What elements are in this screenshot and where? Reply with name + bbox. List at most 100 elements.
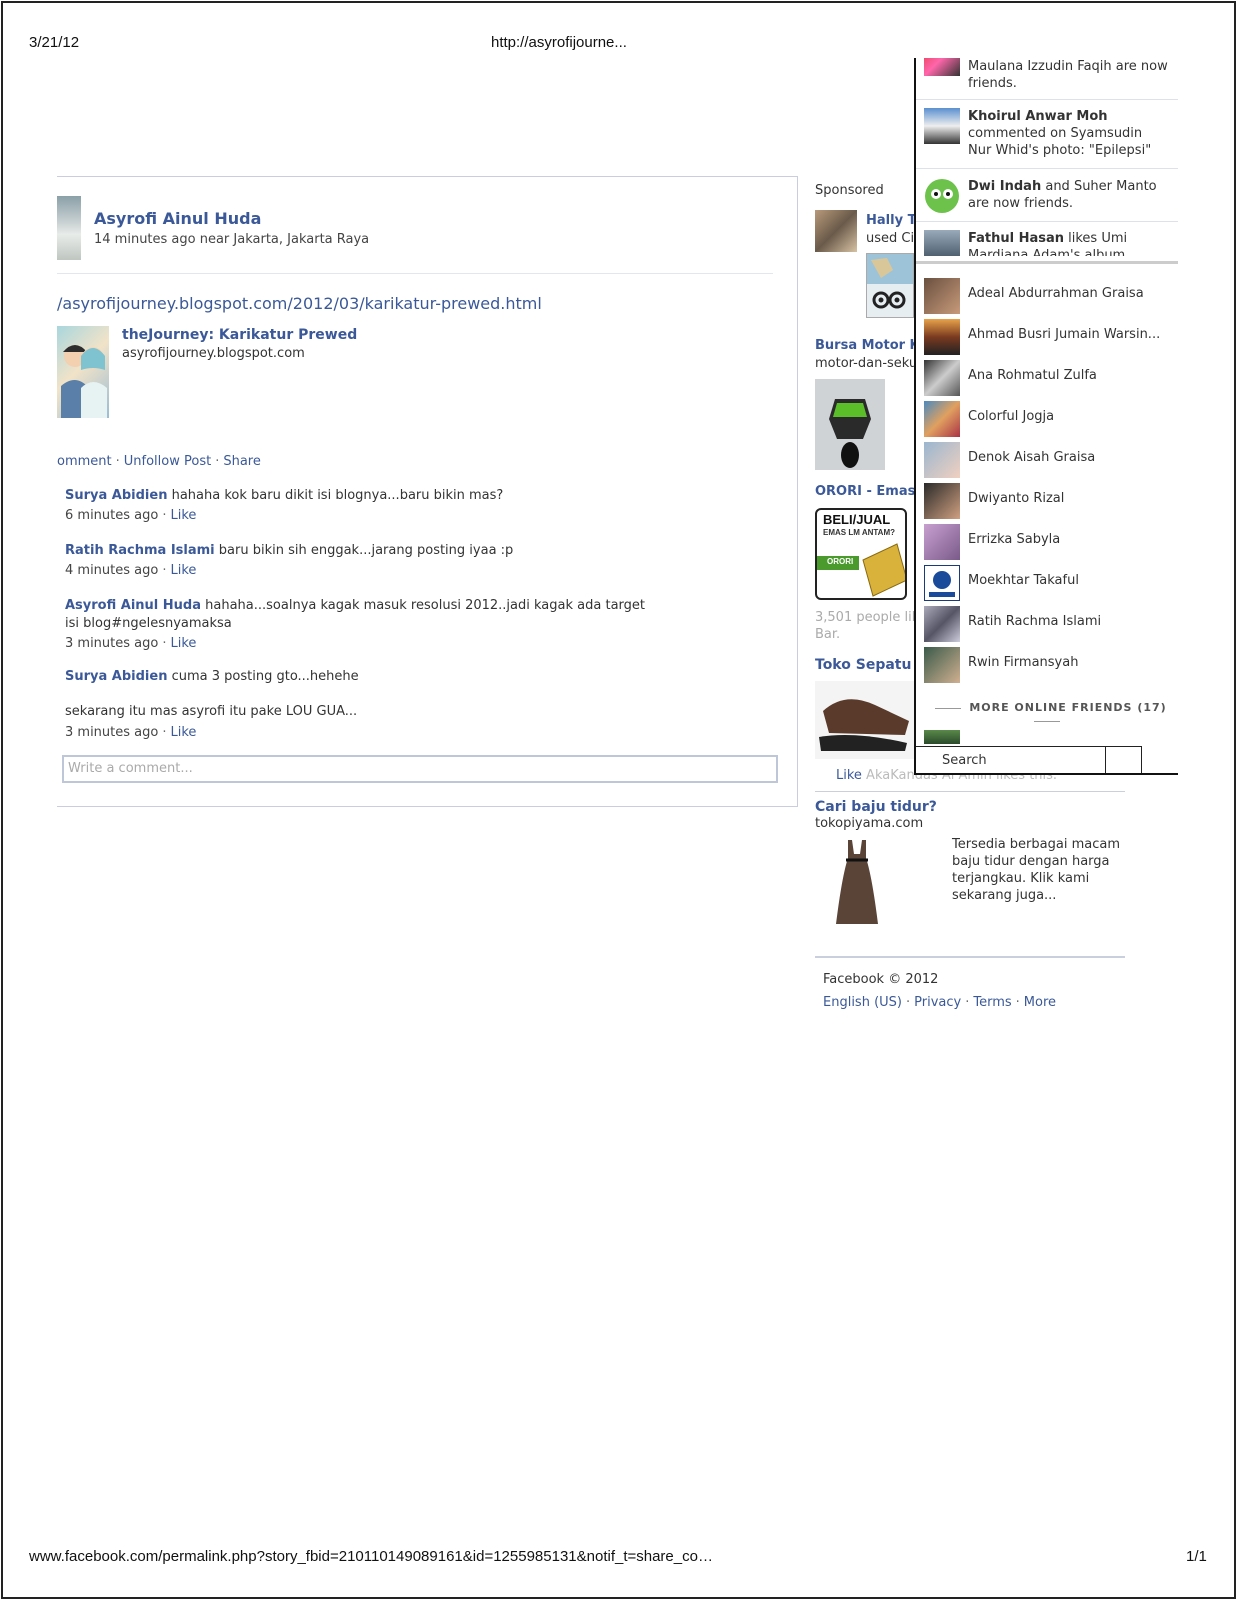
attachment-title[interactable]: theJourney: Karikatur Prewed — [122, 327, 357, 343]
more-online-friends[interactable]: MORE ONLINE FRIENDS (17) — [916, 701, 1178, 727]
comment-1: Surya Abidien hahaha kok baru dikit isi … — [65, 487, 665, 505]
ad-3-title[interactable]: ORORI - Emas — [815, 484, 914, 499]
caricature-icon — [61, 345, 107, 418]
ad-5-text: Tersedia berbagai macam baju tidur denga… — [952, 837, 1120, 903]
ticker-text: Maulana Izzudin Faqih are now friends. — [968, 59, 1168, 91]
chat-options-button[interactable] — [1106, 746, 1142, 773]
post-link-url[interactable]: /asyrofijourney.blogspot.com/2012/03/kar… — [57, 294, 542, 313]
friend-avatar — [924, 319, 960, 355]
friend-item[interactable]: Dwiyanto Rizal — [916, 481, 1178, 519]
ad-4-image[interactable] — [815, 681, 914, 759]
like-link[interactable]: Like — [170, 636, 196, 651]
like-link[interactable]: Like — [170, 563, 196, 578]
attachment-thumbnail[interactable] — [57, 326, 109, 418]
ad-4-like-link[interactable]: Like — [836, 768, 862, 783]
ticker-avatar — [924, 230, 960, 256]
comment-3: Asyrofi Ainul Huda hahaha...soalnya kaga… — [65, 597, 645, 633]
friend-item[interactable]: Ana Rohmatul Zulfa — [916, 358, 1178, 396]
friend-item[interactable]: Errizka Sabyla — [916, 522, 1178, 560]
ticker-item-1[interactable]: Maulana Izzudin Faqih are now friends. — [916, 58, 1178, 98]
ticker-item-4[interactable]: Fathul Hasan likes Umi Mardiana Adam's a… — [916, 230, 1178, 256]
sponsored-label: Sponsored — [815, 183, 884, 198]
unfollow-post-link[interactable]: Unfollow Post — [124, 454, 211, 469]
like-link[interactable]: Like — [170, 725, 196, 740]
ticker-resize-handle[interactable] — [916, 261, 1178, 264]
friend-avatar — [924, 606, 960, 642]
friend-name: Ana Rohmatul Zulfa — [968, 368, 1097, 383]
post-separator — [57, 273, 773, 274]
green-smiley-icon — [925, 179, 959, 213]
print-date: 3/21/12 — [29, 34, 80, 51]
comment-author[interactable]: Surya Abidien — [65, 488, 167, 503]
friend-name: Adeal Abdurrahman Graisa — [968, 286, 1144, 301]
friend-name: Errizka Sabyla — [968, 532, 1061, 547]
ticker-item-2[interactable]: Khoirul Anwar Moh commented on Syamsudin … — [916, 108, 1178, 164]
ad-1-map-image[interactable] — [866, 253, 914, 318]
friend-avatar — [924, 360, 960, 396]
ad-4-title[interactable]: Toko Sepatu C — [815, 657, 914, 673]
ad-5-title[interactable]: Cari baju tidur? — [815, 799, 1015, 815]
tripadvisor-owl-icon — [867, 254, 913, 309]
comment-4: Surya Abidien cuma 3 posting gto...heheh… — [65, 668, 665, 686]
comment-text: hahaha kok baru dikit isi blognya...baru… — [167, 488, 504, 503]
friend-item[interactable]: Denok Aisah Graisa — [916, 440, 1178, 478]
friend-name: Colorful Jogja — [968, 409, 1055, 424]
nightdress-icon — [836, 840, 878, 924]
friend-item[interactable]: Moekhtar Takaful — [916, 563, 1178, 601]
author-avatar[interactable] — [57, 196, 81, 260]
friend-name: Moekhtar Takaful — [968, 573, 1079, 588]
ad-2-title[interactable]: Bursa Motor K — [815, 338, 914, 353]
comment-author[interactable]: Surya Abidien — [65, 669, 167, 684]
footer-terms-link[interactable]: Terms — [973, 995, 1011, 1010]
friend-avatar — [924, 565, 960, 601]
friend-avatar — [924, 278, 960, 314]
ticker-avatar — [924, 108, 960, 144]
ticker-user[interactable]: Khoirul Anwar Moh — [968, 109, 1108, 124]
comment-input[interactable]: Write a comment... — [62, 755, 778, 783]
ad-3-likes: 3,501 people lik — [815, 610, 914, 625]
chat-search-input[interactable]: Search — [916, 746, 1106, 773]
footer-privacy-link[interactable]: Privacy — [914, 995, 961, 1010]
ad-3-image[interactable]: BELI/JUAL EMAS LM ANTAM? ORORI — [815, 508, 907, 600]
footer-links: English (US) · Privacy · Terms · More — [823, 995, 1057, 1010]
post-author[interactable]: Asyrofi Ainul Huda — [94, 209, 261, 228]
friend-item[interactable]: Colorful Jogja — [916, 399, 1178, 437]
ad-1-sub: used Cit — [866, 231, 914, 246]
comment-4-time: 3 minutes ago · Like — [65, 725, 197, 740]
footer-separator — [815, 956, 1125, 958]
ad-5-image[interactable] — [826, 836, 888, 932]
friend-item[interactable]: Rwin Firmansyah — [916, 645, 1178, 683]
ad-3-likes-line2: Bar. — [815, 627, 841, 642]
ticker-user[interactable]: Fathul Hasan — [968, 231, 1064, 246]
comment-text: baru bikin sih enggak...jarang posting i… — [214, 543, 514, 558]
ticker-user[interactable]: Dwi Indah — [968, 179, 1041, 194]
friend-name: Ratih Rachma Islami — [968, 614, 1102, 629]
friend-name: Dwiyanto Rizal — [968, 491, 1065, 506]
friend-item[interactable]: Ahmad Busri Jumain Warsin... — [916, 317, 1178, 355]
share-link[interactable]: Share — [223, 454, 261, 469]
ad-1-image[interactable] — [815, 210, 857, 252]
ad-5-sub: tokopiyama.com — [815, 816, 924, 831]
comment-action-link[interactable]: omment — [57, 454, 112, 469]
print-title: http://asyrofijourne... — [491, 34, 627, 51]
friend-item[interactable]: Adeal Abdurrahman Graisa — [916, 276, 1178, 314]
friend-avatar — [924, 647, 960, 683]
footer-more-link[interactable]: More — [1024, 995, 1056, 1010]
friend-avatar-partial — [924, 730, 960, 744]
friend-item[interactable]: Ratih Rachma Islami — [916, 604, 1178, 642]
chat-panel: Maulana Izzudin Faqih are now friends. K… — [914, 58, 1178, 775]
comment-author[interactable]: Ratih Rachma Islami — [65, 543, 215, 558]
comment-4-line2: sekarang itu mas asyrofi itu pake LOU GU… — [65, 704, 358, 719]
ad-1-title[interactable]: Hally T — [866, 213, 914, 228]
shoe-icon — [819, 699, 909, 751]
ticker-item-3[interactable]: Dwi Indah and Suher Manto are now friend… — [916, 178, 1178, 222]
like-link[interactable]: Like — [170, 508, 196, 523]
ad-2-sub: motor-dan-sekut — [815, 356, 914, 371]
gold-bar-icon — [862, 543, 905, 597]
ad-2-image[interactable] — [815, 379, 885, 470]
ad-separator — [815, 791, 1125, 792]
comment-2-time: 4 minutes ago · Like — [65, 563, 197, 578]
print-page-number: 1/1 — [1186, 1548, 1207, 1565]
footer-language-link[interactable]: English (US) — [823, 995, 902, 1010]
comment-author[interactable]: Asyrofi Ainul Huda — [65, 598, 201, 613]
